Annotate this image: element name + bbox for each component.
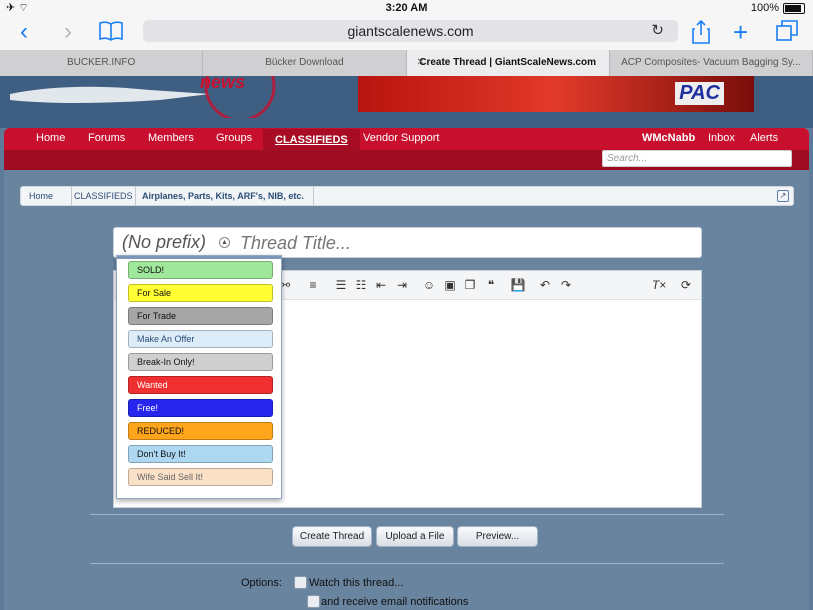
nav-home[interactable]: Home	[36, 132, 65, 144]
indent-icon[interactable]: ⇥	[394, 277, 410, 293]
breadcrumb-category[interactable]: Airplanes, Parts, Kits, ARF's, NIB, etc.	[142, 191, 304, 201]
breadcrumb-classifieds[interactable]: CLASSIFIEDS	[74, 191, 133, 201]
nav-inbox[interactable]: Inbox	[708, 132, 735, 144]
chevron-up-icon[interactable]: ▲	[219, 237, 230, 248]
quote-icon[interactable]: ❝	[483, 277, 499, 293]
nav-user[interactable]: WMcNabb	[642, 132, 695, 144]
share-icon[interactable]	[692, 19, 710, 49]
status-bar: ✈ ︎⌔ 3:20 AM 100%	[0, 0, 813, 16]
forward-icon[interactable]: ›	[64, 20, 72, 44]
prefix-option[interactable]: Don't Buy It!	[128, 445, 273, 463]
undo-icon[interactable]: ↶	[537, 277, 553, 293]
browser-tab[interactable]: BUCKER.INFO	[0, 50, 204, 76]
back-icon[interactable]: ‹	[20, 20, 28, 44]
url-text: giantscalenews.com	[347, 23, 474, 39]
outdent-icon[interactable]: ⇤	[373, 277, 389, 293]
bookmarks-icon[interactable]	[98, 20, 124, 48]
breadcrumb: Home CLASSIFIEDS Airplanes, Parts, Kits,…	[20, 186, 794, 206]
prefix-option[interactable]: Wanted	[128, 376, 273, 394]
media-icon[interactable]: ❐	[462, 277, 478, 293]
prefix-option[interactable]: Make An Offer	[128, 330, 273, 348]
status-time: 3:20 AM	[385, 2, 428, 14]
popup-icon[interactable]: ↗	[777, 190, 789, 202]
create-thread-button[interactable]: Create Thread	[292, 526, 372, 547]
prefix-dropdown: SOLD! For Sale For Trade Make An Offer Break…	[116, 255, 282, 499]
nav-forums[interactable]: Forums	[88, 132, 125, 144]
address-bar[interactable]: giantscalenews.com ↻	[143, 20, 678, 42]
prefix-option[interactable]: Wife Said Sell It!	[128, 468, 273, 486]
browser-tab[interactable]: Bücker Download	[203, 50, 407, 76]
divider	[90, 563, 724, 564]
nav-members[interactable]: Members	[148, 132, 194, 144]
banner-logo: PAC	[675, 82, 724, 105]
prefix-option[interactable]: SOLD!	[128, 261, 273, 279]
breadcrumb-separator	[303, 187, 314, 205]
prefix-option[interactable]: For Trade	[128, 307, 273, 325]
numbered-list-icon[interactable]: ☷	[353, 277, 369, 293]
email-notifications-checkbox[interactable]	[307, 595, 320, 608]
dropdown-caption-bar	[117, 256, 281, 259]
upload-file-button[interactable]: Upload a File	[376, 526, 454, 547]
watch-thread-label: Watch this thread...	[309, 577, 404, 589]
ad-banner[interactable]: PAC	[358, 76, 754, 112]
site-logo[interactable]: news	[10, 50, 280, 122]
preview-button[interactable]: Preview...	[457, 526, 538, 547]
align-left-icon[interactable]: ≡	[305, 277, 321, 293]
image-icon[interactable]: ▣	[442, 277, 458, 293]
browser-tab-active[interactable]: ✕ Create Thread | GiantScaleNews.com	[406, 50, 610, 76]
tab-strip: BUCKER.INFO Bücker Download ✕ Create Thre…	[0, 50, 813, 76]
smilie-icon[interactable]: ☺	[421, 277, 437, 293]
main-nav: Home Forums Members Groups CLASSIFIEDS V…	[4, 128, 809, 151]
prefix-option[interactable]: Break-In Only!	[128, 353, 273, 371]
watch-thread-checkbox[interactable]	[294, 576, 307, 589]
reload-icon[interactable]: ↻	[651, 21, 664, 39]
prefix-option[interactable]: REDUCED!	[128, 422, 273, 440]
battery-percent: 100%	[750, 2, 779, 14]
prefix-selector[interactable]: (No prefix)	[122, 232, 206, 253]
remove-formatting-icon[interactable]: T×	[651, 277, 667, 293]
nav-vendor-support[interactable]: Vendor Support	[363, 132, 439, 144]
prefix-option[interactable]: Free!	[128, 399, 273, 417]
breadcrumb-separator	[125, 187, 136, 205]
search-input[interactable]: Search...	[602, 150, 792, 167]
divider	[90, 514, 724, 515]
nav-groups[interactable]: Groups	[216, 132, 252, 144]
battery-icon	[783, 2, 805, 14]
thread-title-box: (No prefix) ▲	[113, 227, 702, 258]
browser-tab[interactable]: ACP Composites- Vacuum Bagging Sy...	[610, 50, 813, 76]
email-notifications-label: and receive email notifications	[321, 596, 469, 608]
breadcrumb-separator	[61, 187, 72, 205]
save-draft-icon[interactable]: 💾	[510, 277, 526, 293]
bullet-list-icon[interactable]: ☰	[333, 277, 349, 293]
new-tab-icon[interactable]: +	[733, 19, 748, 45]
tabs-icon[interactable]	[776, 20, 798, 47]
close-tab-icon[interactable]: ✕	[417, 50, 425, 76]
nav-classifieds[interactable]: CLASSIFIEDS	[263, 129, 360, 151]
thread-title-input[interactable]	[238, 232, 682, 255]
battery-status: 100%	[751, 2, 805, 14]
nav-alerts[interactable]: Alerts	[750, 132, 778, 144]
options-label: Options:	[241, 577, 282, 589]
prefix-option[interactable]: For Sale	[128, 284, 273, 302]
redo-icon[interactable]: ↷	[558, 277, 574, 293]
breadcrumb-home[interactable]: Home	[29, 191, 53, 201]
svg-text:news: news	[200, 76, 245, 92]
toggle-bbcode-icon[interactable]: ⟳	[678, 277, 694, 293]
